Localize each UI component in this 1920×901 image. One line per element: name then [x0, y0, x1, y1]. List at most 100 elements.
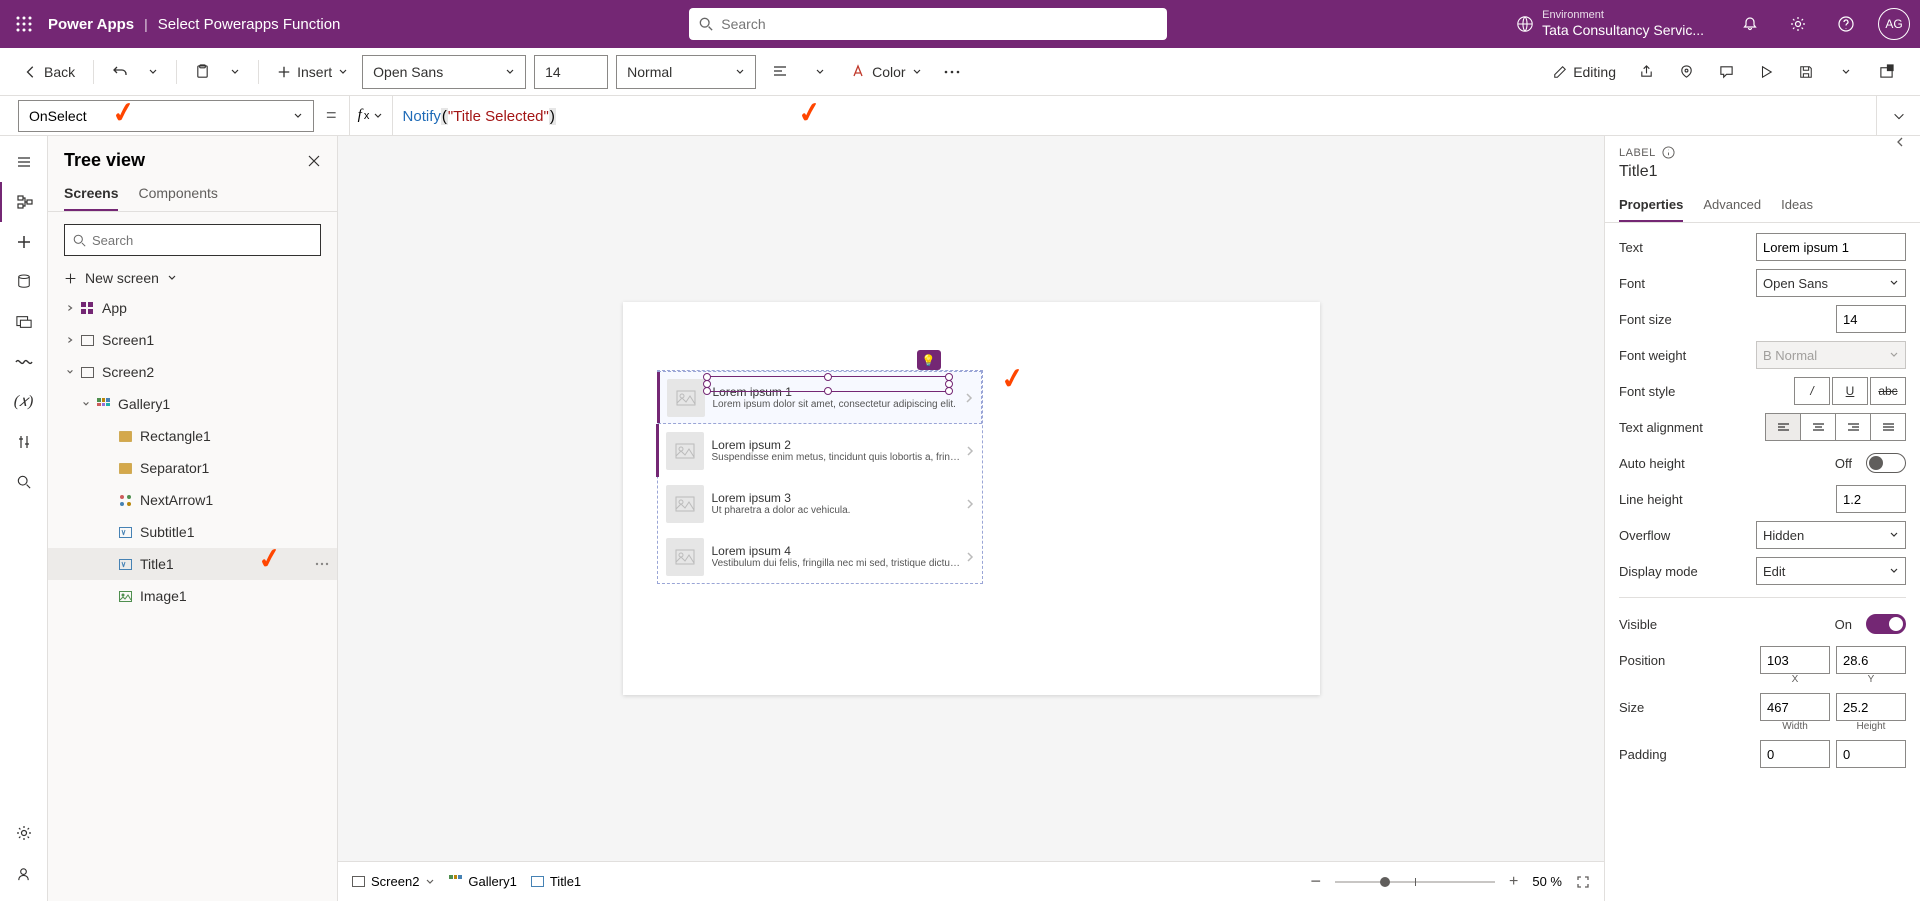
- breadcrumb-title1[interactable]: Title1: [531, 874, 581, 889]
- tab-properties[interactable]: Properties: [1619, 189, 1683, 222]
- help-icon[interactable]: [1824, 0, 1868, 48]
- tree-node-image1[interactable]: Image1: [48, 580, 337, 612]
- tree-node-screen2[interactable]: Screen2: [48, 356, 337, 388]
- chevron-right-icon[interactable]: [966, 498, 974, 510]
- gallery-row[interactable]: Lorem ipsum 4Vestibulum dui felis, fring…: [658, 530, 982, 583]
- size-w-input[interactable]: [1760, 693, 1830, 721]
- ask-icon[interactable]: [0, 853, 48, 893]
- waffle-icon[interactable]: [0, 16, 48, 32]
- checker-icon[interactable]: [1670, 56, 1702, 88]
- tree-node-subtitle1[interactable]: Subtitle1: [48, 516, 337, 548]
- gallery-row[interactable]: Lorem ipsum 3Ut pharetra a dolor ac vehi…: [658, 477, 982, 530]
- zoom-out-button[interactable]: −: [1311, 871, 1322, 892]
- tree-node-title1[interactable]: Title1: [48, 548, 337, 580]
- paste-button[interactable]: [189, 56, 216, 88]
- align-center-button[interactable]: [1800, 413, 1836, 441]
- undo-split-button[interactable]: [142, 56, 164, 88]
- save-icon[interactable]: [1790, 56, 1822, 88]
- zoom-slider[interactable]: [1335, 881, 1495, 883]
- search-input[interactable]: [721, 16, 1157, 32]
- prop-displaymode-dropdown[interactable]: Edit: [1756, 557, 1906, 585]
- chevron-right-icon[interactable]: [966, 445, 974, 457]
- prop-overflow-dropdown[interactable]: Hidden: [1756, 521, 1906, 549]
- notifications-icon[interactable]: [1728, 0, 1772, 48]
- gallery-row[interactable]: Lorem ipsum 1 Lorem ipsum dolor sit amet…: [658, 371, 982, 424]
- italic-button[interactable]: /: [1794, 377, 1830, 405]
- property-dropdown[interactable]: OnSelect: [18, 100, 314, 132]
- font-dropdown[interactable]: Open Sans: [362, 55, 526, 89]
- publish-icon[interactable]: [1870, 56, 1902, 88]
- tab-ideas[interactable]: Ideas: [1781, 189, 1813, 222]
- save-split-button[interactable]: [1830, 56, 1862, 88]
- prop-text-input[interactable]: [1756, 233, 1906, 261]
- prop-font-dropdown[interactable]: Open Sans: [1756, 269, 1906, 297]
- global-search[interactable]: [689, 8, 1167, 40]
- prop-lineheight-input[interactable]: [1836, 485, 1906, 513]
- padding-b-input[interactable]: [1836, 740, 1906, 768]
- align-split-button[interactable]: [804, 56, 836, 88]
- tree-node-app[interactable]: App: [48, 292, 337, 324]
- panel-expand-icon[interactable]: [1896, 136, 1906, 149]
- brand-label[interactable]: Power Apps: [48, 16, 134, 33]
- tree-search[interactable]: [64, 224, 321, 256]
- align-right-button[interactable]: [1835, 413, 1871, 441]
- insert-button[interactable]: Insert: [271, 56, 354, 88]
- add-icon[interactable]: [0, 222, 48, 262]
- editing-button[interactable]: Editing: [1547, 56, 1622, 88]
- autoheight-toggle[interactable]: [1866, 453, 1906, 473]
- undo-button[interactable]: [106, 56, 134, 88]
- gallery-title[interactable]: Lorem ipsum 1: [713, 385, 965, 399]
- lightbulb-hint-icon[interactable]: 💡: [917, 350, 941, 370]
- variables-icon[interactable]: (𝑥): [0, 382, 48, 422]
- share-icon[interactable]: [1630, 56, 1662, 88]
- media-icon[interactable]: [0, 302, 48, 342]
- tab-screens[interactable]: Screens: [64, 177, 118, 211]
- align-icon[interactable]: [764, 56, 796, 88]
- back-button[interactable]: Back: [18, 56, 81, 88]
- control-name[interactable]: Title1: [1619, 159, 1906, 189]
- formula-input[interactable]: Notify("Title Selected"): [393, 107, 1876, 125]
- flows-icon[interactable]: [0, 342, 48, 382]
- gallery-control[interactable]: Lorem ipsum 1 Lorem ipsum dolor sit amet…: [657, 370, 983, 584]
- color-button[interactable]: Color: [844, 56, 927, 88]
- settings-icon[interactable]: [1776, 0, 1820, 48]
- fit-screen-icon[interactable]: [1576, 875, 1590, 889]
- fontweight-dropdown[interactable]: Normal: [616, 55, 756, 89]
- tree-node-gallery1[interactable]: Gallery1: [48, 388, 337, 420]
- more-icon[interactable]: [936, 56, 968, 88]
- screen-canvas[interactable]: 💡 Lorem ipsum 1 Lorem ipsum dolor sit am…: [623, 302, 1320, 695]
- position-x-input[interactable]: [1760, 646, 1830, 674]
- prop-fontweight-dropdown[interactable]: B Normal: [1756, 341, 1906, 369]
- strike-button[interactable]: abc: [1870, 377, 1906, 405]
- tree-search-input[interactable]: [92, 233, 312, 248]
- align-justify-button[interactable]: [1870, 413, 1906, 441]
- tree-node-rectangle1[interactable]: Rectangle1: [48, 420, 337, 452]
- close-icon[interactable]: [307, 154, 321, 168]
- gallery-row[interactable]: Lorem ipsum 2Suspendisse enim metus, tin…: [658, 424, 982, 477]
- underline-button[interactable]: U: [1832, 377, 1868, 405]
- breadcrumb-gallery1[interactable]: Gallery1: [449, 874, 516, 889]
- hamburger-icon[interactable]: [0, 142, 48, 182]
- env-value[interactable]: Tata Consultancy Servic...: [1542, 22, 1704, 39]
- new-screen-button[interactable]: New screen: [48, 264, 337, 292]
- position-y-input[interactable]: [1836, 646, 1906, 674]
- treeview-icon[interactable]: [0, 182, 48, 222]
- tab-components[interactable]: Components: [138, 177, 217, 211]
- zoom-in-button[interactable]: +: [1509, 873, 1518, 891]
- formula-expand-button[interactable]: [1876, 96, 1920, 136]
- size-h-input[interactable]: [1836, 693, 1906, 721]
- comments-icon[interactable]: [1710, 56, 1742, 88]
- search-rail-icon[interactable]: [0, 462, 48, 502]
- tree-node-separator1[interactable]: Separator1: [48, 452, 337, 484]
- tab-advanced[interactable]: Advanced: [1703, 189, 1761, 222]
- fontsize-input[interactable]: 14: [534, 55, 608, 89]
- tools-icon[interactable]: [0, 422, 48, 462]
- padding-a-input[interactable]: [1760, 740, 1830, 768]
- chevron-right-icon[interactable]: [965, 392, 973, 404]
- visible-toggle[interactable]: [1866, 614, 1906, 634]
- paste-split-button[interactable]: [224, 56, 246, 88]
- breadcrumb-screen2[interactable]: Screen2: [352, 874, 435, 889]
- tree-node-nextarrow1[interactable]: NextArrow1: [48, 484, 337, 516]
- fx-button[interactable]: fx: [349, 96, 393, 136]
- avatar[interactable]: AG: [1878, 8, 1910, 40]
